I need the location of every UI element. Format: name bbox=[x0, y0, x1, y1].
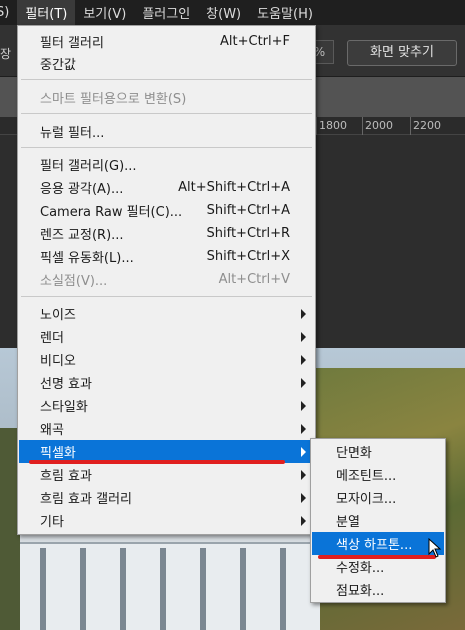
menu-item-label: 수정화... bbox=[336, 561, 385, 576]
submenu-arrow-icon bbox=[301, 470, 306, 480]
building-pillar bbox=[160, 548, 166, 630]
menu-item-sharpen[interactable]: 선명 효과 bbox=[19, 371, 314, 394]
menu-item-label: 픽셀화 bbox=[40, 446, 76, 461]
submenu-arrow-icon bbox=[301, 332, 306, 342]
menu-item-shortcut: Alt+Ctrl+F bbox=[220, 34, 290, 49]
mouse-cursor-icon bbox=[428, 538, 442, 558]
submenu-item-color-halftone[interactable]: 색상 하프톤... bbox=[312, 532, 444, 555]
menu-item-label: 색상 하프톤... bbox=[336, 538, 413, 553]
filter-menu: 필터 갤러리 Alt+Ctrl+F 중간값 스마트 필터용으로 변환(S) 뉴럴… bbox=[17, 25, 316, 535]
menu-item-distort[interactable]: 왜곡 bbox=[19, 417, 314, 440]
menu-help[interactable]: 도움말(H) bbox=[249, 0, 321, 25]
menu-item-label: 필터 갤러리 bbox=[40, 36, 104, 51]
menu-item-filter-gallery-recent[interactable]: 필터 갤러리 Alt+Ctrl+F bbox=[19, 30, 314, 53]
menu-item-label: 중간값 bbox=[40, 58, 76, 73]
submenu-arrow-icon bbox=[301, 355, 306, 365]
submenu-item-mezzotint[interactable]: 메조틴트... bbox=[312, 463, 444, 486]
menu-item-filter-gallery[interactable]: 필터 갤러리(G)... bbox=[19, 153, 314, 176]
submenu-item-fragment[interactable]: 분열 bbox=[312, 509, 444, 532]
menu-item-median[interactable]: 중간값 bbox=[19, 52, 314, 75]
menu-item-label: 흐림 효과 bbox=[40, 469, 92, 484]
annotation-underline bbox=[29, 460, 285, 464]
building-pillar bbox=[200, 548, 206, 630]
menu-window[interactable]: 창(W) bbox=[198, 0, 249, 25]
menu-item-label: 렌즈 교정(R)... bbox=[40, 228, 124, 243]
menu-item-neural-filters[interactable]: 뉴럴 필터... bbox=[19, 120, 314, 143]
submenu-item-facet[interactable]: 단면화 bbox=[312, 440, 444, 463]
annotation-underline bbox=[318, 555, 436, 559]
ruler-tick: 2200 bbox=[410, 117, 441, 135]
menu-item-label: 선명 효과 bbox=[40, 377, 92, 392]
menu-separator bbox=[21, 296, 312, 297]
menu-item-label: 모자이크... bbox=[336, 492, 397, 507]
menu-item-render[interactable]: 렌더 bbox=[19, 325, 314, 348]
menu-item-label: 비디오 bbox=[40, 354, 76, 369]
submenu-arrow-icon bbox=[301, 309, 306, 319]
building-pillar bbox=[240, 548, 246, 630]
menu-plugins[interactable]: 플러그인 bbox=[134, 0, 198, 25]
menu-item-other[interactable]: 기타 bbox=[19, 509, 314, 532]
menu-separator bbox=[21, 147, 312, 148]
menu-item-label: 왜곡 bbox=[40, 423, 64, 438]
menu-item-vanishing-point: 소실점(V)... Alt+Ctrl+V bbox=[19, 268, 314, 291]
menu-item-label: 스타일화 bbox=[40, 400, 88, 415]
submenu-arrow-icon bbox=[301, 493, 306, 503]
building-pillar bbox=[40, 548, 46, 630]
menu-item-label: 응용 광각(A)... bbox=[40, 182, 124, 197]
menu-item-label: 필터 갤러리(G)... bbox=[40, 159, 137, 174]
menu-view[interactable]: 보기(V) bbox=[75, 0, 134, 25]
menu-item-label: 스마트 필터용으로 변환(S) bbox=[40, 92, 187, 107]
menu-item-liquify[interactable]: 픽셀 유동화(L)... Shift+Ctrl+X bbox=[19, 245, 314, 268]
menu-separator bbox=[21, 79, 312, 80]
menu-item-noise[interactable]: 노이즈 bbox=[19, 302, 314, 325]
menu-item-video[interactable]: 비디오 bbox=[19, 348, 314, 371]
submenu-arrow-icon bbox=[301, 447, 306, 457]
menu-item-label: 기타 bbox=[40, 515, 64, 530]
menu-item-label: Camera Raw 필터(C)... bbox=[40, 205, 183, 220]
menu-image[interactable]: S) bbox=[0, 0, 17, 25]
submenu-arrow-icon bbox=[301, 378, 306, 388]
fit-screen-button[interactable]: 화면 맞추기 bbox=[347, 40, 457, 66]
building-pillar bbox=[280, 548, 286, 630]
menu-item-label: 점묘화... bbox=[336, 584, 385, 599]
menu-item-adaptive-wide-angle[interactable]: 응용 광각(A)... Alt+Shift+Ctrl+A bbox=[19, 176, 314, 199]
menu-item-label: 흐림 효과 갤러리 bbox=[40, 492, 132, 507]
menu-filter[interactable]: 필터(T) bbox=[17, 0, 76, 25]
ruler-tick: 1800 bbox=[316, 117, 347, 135]
submenu-item-mosaic[interactable]: 모자이크... bbox=[312, 486, 444, 509]
submenu-item-pointillize[interactable]: 점묘화... bbox=[312, 578, 444, 601]
menu-item-shortcut: Alt+Ctrl+V bbox=[218, 272, 290, 287]
building bbox=[20, 526, 320, 630]
ruler-tick: 2000 bbox=[362, 117, 393, 135]
menu-item-blur-gallery[interactable]: 흐림 효과 갤러리 bbox=[19, 486, 314, 509]
menu-item-blur[interactable]: 흐림 효과 bbox=[19, 463, 314, 486]
menu-item-label: 단면화 bbox=[336, 446, 372, 461]
menu-item-lens-correction[interactable]: 렌즈 교정(R)... Shift+Ctrl+R bbox=[19, 222, 314, 245]
menu-item-shortcut: Shift+Ctrl+A bbox=[206, 203, 290, 218]
pixelate-submenu: 단면화 메조틴트... 모자이크... 분열 색상 하프톤... 수정화... … bbox=[310, 438, 446, 603]
options-left-label: 장 bbox=[0, 47, 12, 61]
menu-item-label: 뉴럴 필터... bbox=[40, 126, 105, 141]
submenu-arrow-icon bbox=[301, 516, 306, 526]
building-pillar bbox=[80, 548, 86, 630]
menu-item-stylize[interactable]: 스타일화 bbox=[19, 394, 314, 417]
menu-item-shortcut: Shift+Ctrl+R bbox=[206, 226, 291, 241]
submenu-arrow-icon bbox=[301, 424, 306, 434]
menu-item-camera-raw[interactable]: Camera Raw 필터(C)... Shift+Ctrl+A bbox=[19, 199, 314, 222]
menu-item-label: 노이즈 bbox=[40, 308, 76, 323]
menu-item-label: 메조틴트... bbox=[336, 469, 397, 484]
menu-separator bbox=[21, 113, 312, 114]
menu-item-convert-smart-filter: 스마트 필터용으로 변환(S) bbox=[19, 86, 314, 109]
building-pillar bbox=[120, 548, 126, 630]
menu-bar: S) 필터(T) 보기(V) 플러그인 창(W) 도움말(H) bbox=[0, 0, 465, 25]
menu-item-shortcut: Shift+Ctrl+X bbox=[206, 249, 290, 264]
menu-item-label: 렌더 bbox=[40, 331, 64, 346]
menu-item-label: 픽셀 유동화(L)... bbox=[40, 251, 134, 266]
menu-item-label: 분열 bbox=[336, 515, 360, 530]
menu-item-label: 소실점(V)... bbox=[40, 274, 108, 289]
menu-item-shortcut: Alt+Shift+Ctrl+A bbox=[178, 180, 290, 195]
submenu-arrow-icon bbox=[301, 401, 306, 411]
